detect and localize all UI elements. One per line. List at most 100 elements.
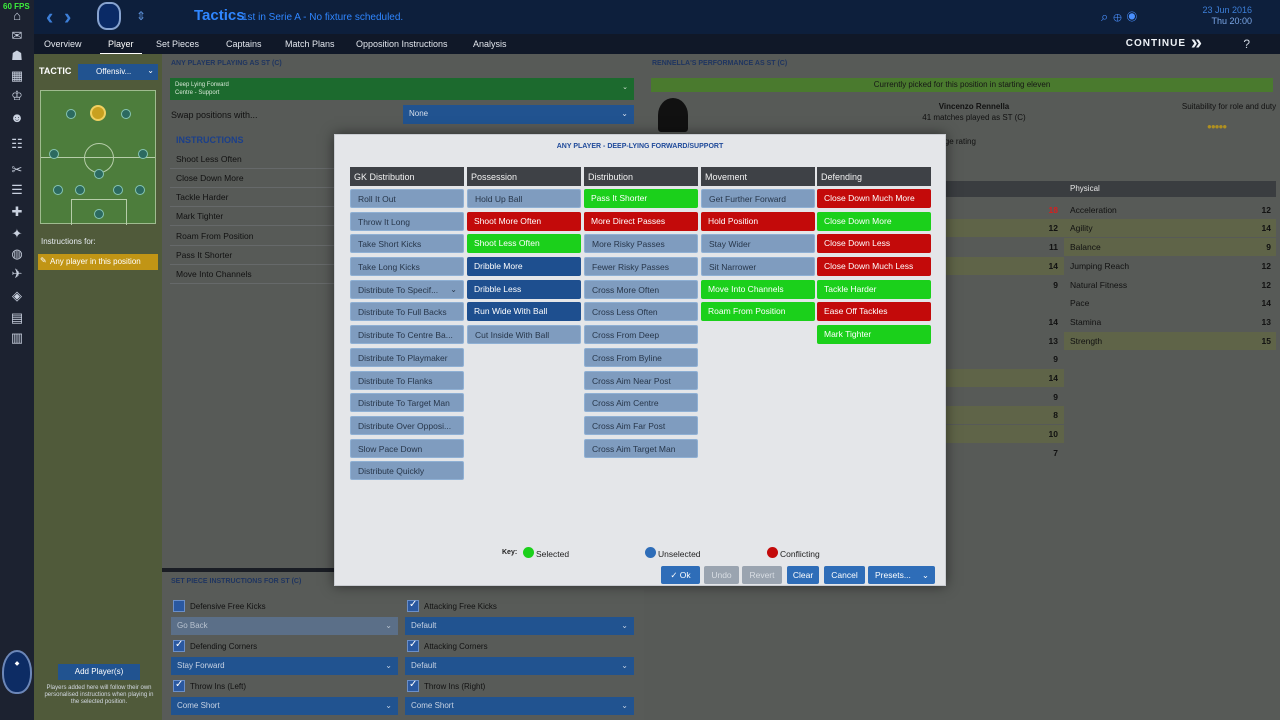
attacking-corners-checkbox[interactable] bbox=[407, 639, 419, 652]
option-sit-narrower[interactable]: Sit Narrower bbox=[701, 257, 815, 277]
option-distribute-quickly[interactable]: Distribute Quickly bbox=[350, 461, 464, 481]
option-cross-from-deep[interactable]: Cross From Deep bbox=[584, 325, 698, 345]
calendar-icon[interactable]: ▦ bbox=[7, 68, 27, 84]
option-dribble-less[interactable]: Dribble Less bbox=[467, 279, 581, 299]
attacking-corners-select[interactable]: Default ⌄ bbox=[405, 657, 634, 675]
option-cross-more-often[interactable]: Cross More Often bbox=[584, 279, 698, 299]
option-get-further-forward[interactable]: Get Further Forward bbox=[701, 189, 815, 208]
throw-ins-right-select[interactable]: Come Short ⌄ bbox=[405, 697, 634, 715]
defending-corners-select[interactable]: Stay Forward ⌄ bbox=[171, 657, 398, 675]
option-ease-off-tackles[interactable]: Ease Off Tackles bbox=[817, 302, 931, 322]
option-cut-inside-with-ball[interactable]: Cut Inside With Ball bbox=[467, 325, 581, 345]
squad-icon[interactable]: ☗ bbox=[7, 48, 27, 64]
option-take-short-kicks[interactable]: Take Short Kicks bbox=[350, 234, 464, 254]
club-badge-icon[interactable] bbox=[97, 2, 121, 30]
option-distribute-to-playmaker[interactable]: Distribute To Playmaker bbox=[350, 347, 464, 367]
home-icon[interactable]: ⌂ bbox=[7, 8, 27, 24]
option-shoot-less-often[interactable]: Shoot Less Often bbox=[467, 234, 581, 254]
player-marker-st[interactable] bbox=[90, 105, 106, 121]
tab-match-plans[interactable]: Match Plans bbox=[285, 39, 335, 49]
help-icon[interactable]: ? bbox=[1243, 37, 1250, 51]
shield-icon[interactable]: ◈ bbox=[7, 288, 27, 304]
throw-ins-left-select[interactable]: Come Short ⌄ bbox=[171, 697, 398, 715]
tab-opposition-instructions[interactable]: Opposition Instructions bbox=[356, 39, 448, 49]
option-run-wide-with-ball[interactable]: Run Wide With Ball bbox=[467, 302, 581, 322]
option-hold-up-ball[interactable]: Hold Up Ball bbox=[467, 189, 581, 208]
option-roam-from-position[interactable]: Roam From Position bbox=[701, 302, 815, 322]
tab-analysis[interactable]: Analysis bbox=[473, 39, 507, 49]
forward-arrow-icon[interactable]: › bbox=[64, 6, 71, 28]
tactic-select[interactable]: Offensiv... ⌄ bbox=[78, 64, 158, 80]
option-roll-it-out[interactable]: Roll It Out bbox=[350, 189, 464, 208]
option-tackle-harder[interactable]: Tackle Harder bbox=[817, 279, 931, 299]
defensive-free-kicks-select[interactable]: Go Back ⌄ bbox=[171, 617, 398, 635]
player-marker[interactable] bbox=[53, 185, 63, 195]
role-select[interactable]: Deep Lying Forward Centre - Support ⌄ bbox=[170, 78, 634, 100]
presets-button[interactable]: Presets... ⌄ bbox=[868, 566, 935, 584]
option-hold-position[interactable]: Hold Position bbox=[701, 211, 815, 231]
training-icon[interactable]: ✂ bbox=[7, 162, 27, 178]
option-cross-from-byline[interactable]: Cross From Byline bbox=[584, 347, 698, 367]
option-slow-pace-down[interactable]: Slow Pace Down bbox=[350, 438, 464, 458]
option-distribute-to-specific[interactable]: Distribute To Specif... ⌄ bbox=[350, 279, 464, 299]
ok-button[interactable]: ✓ Ok bbox=[661, 566, 700, 584]
option-close-down-much-less[interactable]: Close Down Much Less bbox=[817, 257, 931, 277]
player-marker[interactable] bbox=[49, 149, 59, 159]
option-close-down-much-more[interactable]: Close Down Much More bbox=[817, 189, 931, 208]
profile-icon[interactable]: ◉ bbox=[1127, 9, 1142, 24]
fifa-icon[interactable]: ⊕ bbox=[1113, 9, 1126, 24]
medical-icon[interactable]: ✚ bbox=[7, 204, 27, 220]
player-marker-gk[interactable] bbox=[94, 209, 104, 219]
tab-set-pieces[interactable]: Set Pieces bbox=[156, 39, 199, 49]
clear-button[interactable]: Clear bbox=[787, 566, 819, 584]
header-tools[interactable]: ⌕⊕◉ bbox=[1101, 9, 1142, 25]
throw-ins-right-checkbox[interactable] bbox=[407, 679, 419, 692]
tactics-icon[interactable]: ☷ bbox=[7, 136, 27, 152]
option-distribute-to-target-man[interactable]: Distribute To Target Man bbox=[350, 393, 464, 413]
option-cross-aim-far-post[interactable]: Cross Aim Far Post bbox=[584, 415, 698, 435]
option-distribute-to-full-backs[interactable]: Distribute To Full Backs bbox=[350, 302, 464, 322]
option-close-down-less[interactable]: Close Down Less bbox=[817, 234, 931, 254]
revert-button[interactable]: Revert bbox=[742, 566, 782, 584]
player-marker[interactable] bbox=[66, 109, 76, 119]
option-shoot-more-often[interactable]: Shoot More Often bbox=[467, 211, 581, 231]
defensive-free-kicks-checkbox[interactable] bbox=[173, 600, 185, 612]
attacking-free-kicks-select[interactable]: Default ⌄ bbox=[405, 617, 634, 635]
option-dribble-more[interactable]: Dribble More bbox=[467, 257, 581, 277]
player-marker[interactable] bbox=[135, 185, 145, 195]
finance-icon[interactable]: ▤ bbox=[7, 310, 27, 326]
option-mark-tighter[interactable]: Mark Tighter bbox=[817, 325, 931, 345]
option-cross-aim-near-post[interactable]: Cross Aim Near Post bbox=[584, 370, 698, 390]
continue-button[interactable]: CONTINUE bbox=[1126, 38, 1186, 49]
option-more-direct-passes[interactable]: More Direct Passes bbox=[584, 211, 698, 231]
option-cross-less-often[interactable]: Cross Less Often bbox=[584, 302, 698, 322]
tab-overview[interactable]: Overview bbox=[44, 39, 82, 49]
swap-select[interactable]: None ⌄ bbox=[403, 105, 634, 124]
game-date[interactable]: 23 Jun 2016 Thu 20:00 bbox=[1202, 5, 1252, 27]
undo-button[interactable]: Undo bbox=[704, 566, 739, 584]
scouting-icon[interactable]: ✈ bbox=[7, 266, 27, 282]
back-arrow-icon[interactable]: ‹ bbox=[46, 6, 53, 28]
option-cross-aim-target-man[interactable]: Cross Aim Target Man bbox=[584, 438, 698, 458]
stats-icon[interactable]: ▥ bbox=[7, 330, 27, 346]
throw-ins-left-checkbox[interactable] bbox=[173, 679, 185, 692]
continue-arrow-icon[interactable]: » bbox=[1191, 32, 1202, 55]
running-icon[interactable]: ✦ bbox=[7, 226, 27, 242]
option-throw-it-long[interactable]: Throw It Long bbox=[350, 211, 464, 231]
switch-club-icon[interactable]: ⇕ bbox=[136, 9, 146, 23]
attacking-free-kicks-checkbox[interactable] bbox=[407, 599, 419, 612]
staff-icon[interactable]: ☻ bbox=[7, 110, 27, 126]
player-name[interactable]: Vincenzo Rennella bbox=[874, 102, 1074, 111]
tab-captains[interactable]: Captains bbox=[226, 39, 262, 49]
player-marker[interactable] bbox=[113, 185, 123, 195]
add-players-button[interactable]: Add Player(s) bbox=[58, 664, 140, 680]
trophy-icon[interactable]: ♔ bbox=[7, 88, 27, 104]
instructions-target-button[interactable]: Any player in this position bbox=[38, 254, 158, 270]
inbox-icon[interactable]: ✉ bbox=[7, 28, 27, 44]
report-icon[interactable]: ☰ bbox=[7, 182, 27, 198]
option-more-risky-passes[interactable]: More Risky Passes bbox=[584, 234, 698, 254]
cancel-button[interactable]: Cancel bbox=[824, 566, 865, 584]
option-distribute-over-opposition[interactable]: Distribute Over Opposi... bbox=[350, 415, 464, 435]
option-pass-it-shorter[interactable]: Pass It Shorter bbox=[584, 189, 698, 208]
player-marker[interactable] bbox=[121, 109, 131, 119]
